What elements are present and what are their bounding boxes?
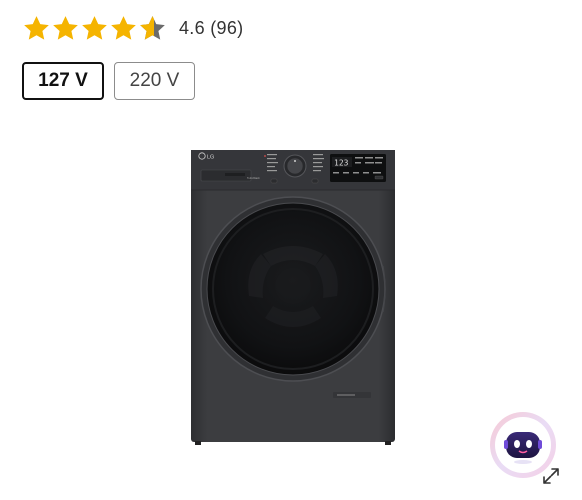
- product-rating[interactable]: 4.6 (96): [22, 11, 243, 45]
- brand-logo: LG: [207, 155, 214, 161]
- star-full-icon: [53, 15, 78, 40]
- rating-value-count[interactable]: 4.6 (96): [179, 18, 243, 39]
- voltage-option-220v[interactable]: 220 V: [114, 62, 195, 100]
- star-partial-icon: [140, 15, 165, 40]
- voltage-selector: 127 V 220 V: [22, 62, 195, 100]
- rating-stars: [22, 14, 167, 43]
- star-full-icon: [24, 15, 49, 40]
- expand-arrows-icon[interactable]: [541, 466, 561, 486]
- product-image-washing-machine[interactable]: LG TurboWash 123: [185, 146, 401, 448]
- star-full-icon: [82, 15, 107, 40]
- svg-text:TurboWash: TurboWash: [247, 177, 260, 180]
- display-readout: 123: [334, 159, 349, 168]
- star-full-icon: [111, 15, 136, 40]
- voltage-option-127v[interactable]: 127 V: [22, 62, 104, 100]
